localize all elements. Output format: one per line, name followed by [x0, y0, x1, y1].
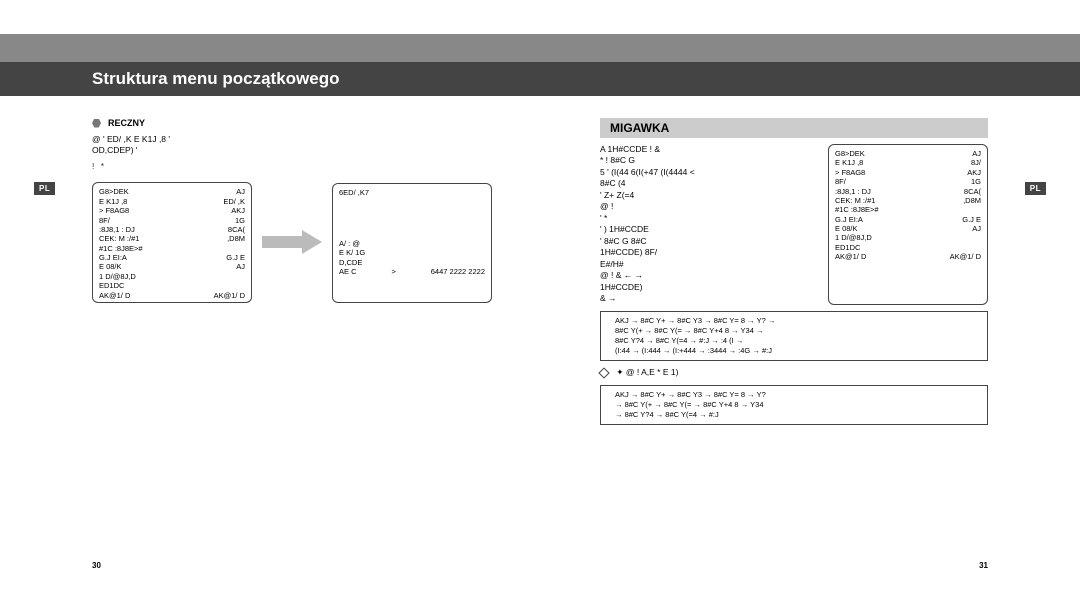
- page-number-left: 30: [92, 561, 101, 570]
- desc-line: ' *: [600, 213, 814, 224]
- desc-line: 1H#CCDE) 8F/: [600, 247, 814, 258]
- decorative-top-bar: [0, 34, 1080, 62]
- desc-line: & →: [600, 293, 814, 304]
- flow-diagram-1: AKJ → 8#C Y+ → 8#C Y3 → 8#C Y= 8 → Y? → …: [600, 311, 988, 362]
- desc-line: 1H#CCDE): [600, 282, 814, 293]
- desc-line: ' 8#C G 8#C: [600, 236, 814, 247]
- foot-text: ! *: [92, 161, 480, 172]
- desc-line: * ! 8#C G: [600, 155, 814, 166]
- arrow-right-icon: [262, 230, 322, 256]
- desc-line: @ ! & ← →: [600, 270, 814, 281]
- hex-bullet-icon: [92, 119, 101, 128]
- chapter-title: Struktura menu początkowego: [92, 69, 339, 89]
- desc-line: 8#C (4: [600, 178, 814, 189]
- mid-note: ✦ @ ! A,E * E 1): [616, 367, 678, 377]
- page-right: MIGAWKA A 1H#CCDE ! & * ! 8#C G 5 ' (I(4…: [540, 96, 1080, 582]
- page-left: RECZNY @ ' ED/ ,K E K1J ,8 ' OD,CDEP) ' …: [0, 96, 540, 582]
- page-number-right: 31: [979, 561, 988, 570]
- section-heading: MIGAWKA: [600, 118, 988, 138]
- lcd-panel-2: 6ED/ ,K7 A/ : @ E K/ 1G D,CDE AE C > 644…: [332, 183, 492, 303]
- intro-text-2: OD,CDEP) ': [92, 145, 480, 156]
- mode-label: RECZNY: [108, 118, 145, 128]
- flow-diagram-2: AKJ → 8#C Y+ → 8#C Y3 → 8#C Y= 8 → Y? → …: [600, 385, 988, 425]
- desc-line: E#/H#: [600, 259, 814, 270]
- chapter-header: Struktura menu początkowego: [0, 62, 1080, 96]
- desc-line: ' ) 1H#CCDE: [600, 224, 814, 235]
- lcd-panel-right: G8>DEKAJ E K1J ,88J/ > F8AG8AKJ 8F/1G :8…: [828, 144, 988, 305]
- desc-line: @ !: [600, 201, 814, 212]
- intro-text-1: @ ' ED/ ,K E K1J ,8 ': [92, 134, 480, 145]
- desc-line: ' Z+ Z(=4: [600, 190, 814, 201]
- desc-line: A 1H#CCDE ! &: [600, 144, 814, 155]
- desc-line: 5 ' (I(44 6(I(+47 (I(4444 <: [600, 167, 814, 178]
- lcd-panel-1: G8>DEKAJ E K1J ,8ED/ ,K > F8AG8AKJ 8F/1G…: [92, 182, 252, 303]
- diamond-icon: [598, 367, 609, 378]
